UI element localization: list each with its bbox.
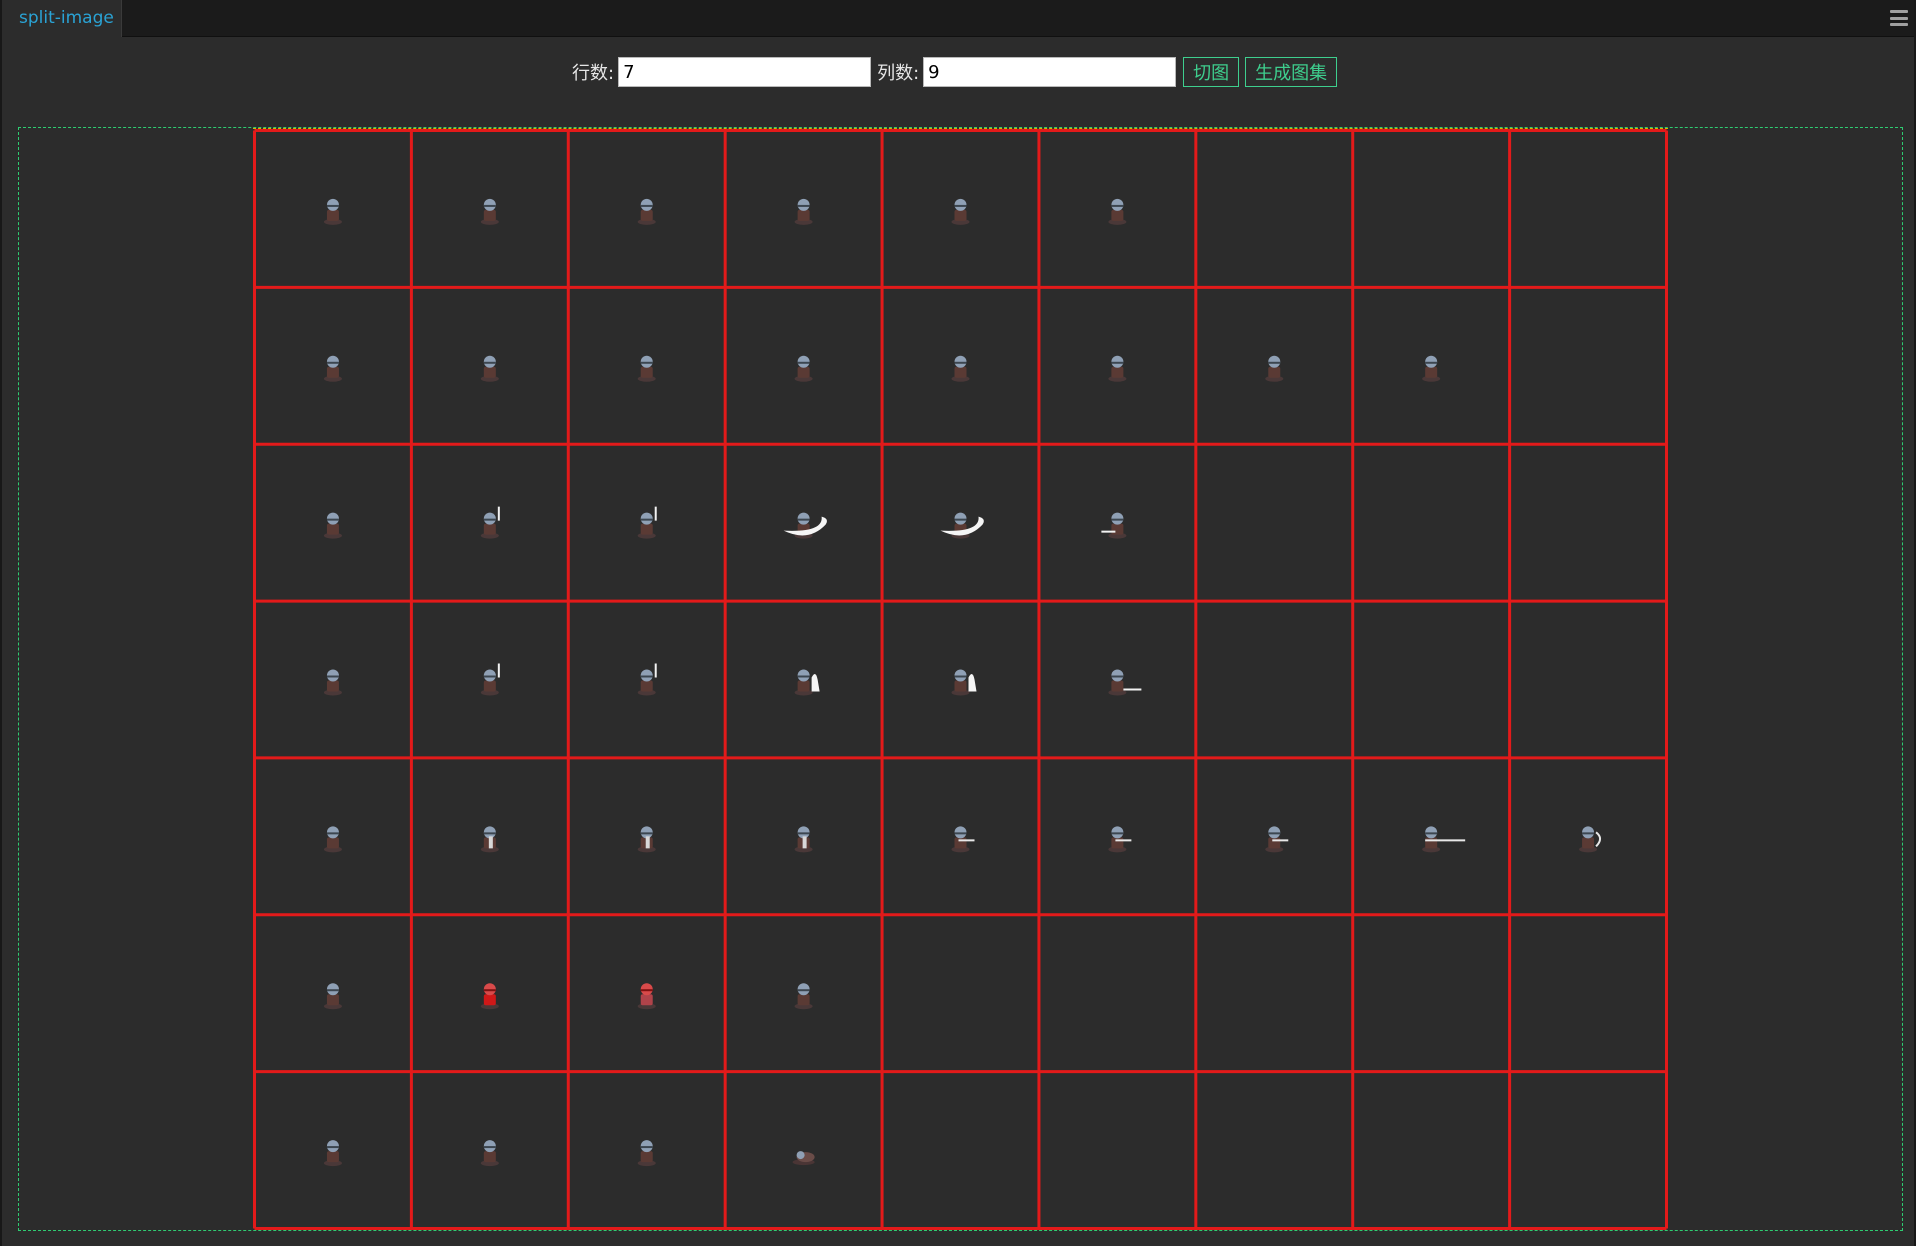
sprite-frame — [480, 1140, 499, 1167]
sprite-frame — [1108, 669, 1142, 696]
menu-icon-bar — [1890, 23, 1908, 26]
sprite-frame — [323, 198, 342, 225]
hamburger-menu-icon[interactable] — [1890, 10, 1908, 26]
menu-icon-bar — [1890, 16, 1908, 20]
sprite-frame — [323, 669, 342, 696]
sprite-frame — [323, 826, 342, 853]
sprite-frame — [1422, 826, 1466, 853]
sprite-frame — [637, 663, 657, 696]
sprite-frame — [1422, 355, 1441, 382]
sprite-frame — [792, 1151, 815, 1166]
sprite-frame — [637, 826, 656, 853]
sprite-sheet — [253, 128, 1668, 1230]
sprite-frame — [783, 512, 827, 539]
cols-label: 列数: — [877, 63, 920, 84]
tab-label: split-image — [19, 8, 114, 28]
sprite-frame — [1265, 355, 1284, 382]
tab-bar: split-image — [2, 0, 1914, 37]
sprite-frame — [637, 983, 656, 1010]
sprite-frame — [1265, 826, 1289, 853]
cols-input[interactable] — [923, 57, 1177, 87]
sprite-frame — [1108, 826, 1132, 853]
sprite-frame — [1579, 826, 1602, 853]
sprite-frame — [1101, 512, 1127, 539]
split-grid — [253, 129, 1668, 1230]
sprite-frame — [951, 355, 970, 382]
sprite-frame — [480, 826, 499, 853]
sprite-frame — [637, 355, 656, 382]
sprite-frame — [323, 512, 342, 539]
rows-input[interactable] — [618, 57, 872, 87]
canvas-area[interactable] — [18, 127, 1903, 1231]
toolbar: 行数: 列数: 切图 生成图集 — [572, 56, 1342, 88]
sprite-frame — [323, 355, 342, 382]
sprite-frame — [794, 669, 820, 696]
sprite-frame — [951, 826, 975, 853]
split-image-panel: split-image 行数: 列数: 切图 生成图集 — [2, 0, 1914, 1246]
sprite-frame — [323, 983, 342, 1010]
sprite-frame — [951, 198, 970, 225]
sprite-frame — [794, 983, 813, 1010]
sprite-frame — [480, 506, 500, 539]
split-button[interactable]: 切图 — [1183, 57, 1240, 87]
sprite-frame — [637, 506, 657, 539]
sprite-frame — [1108, 355, 1127, 382]
sprite-frame — [480, 198, 499, 225]
menu-icon-bar — [1890, 10, 1908, 13]
sprite-frame — [480, 663, 500, 696]
sprite-frame — [480, 355, 499, 382]
sprite-frame — [794, 198, 813, 225]
sprite-frame — [940, 512, 984, 539]
sprite-frame — [794, 355, 813, 382]
sprite-frame — [794, 826, 813, 853]
sprite-frame — [637, 1140, 656, 1167]
tab-split-image[interactable]: split-image — [2, 0, 122, 37]
sprite-frame — [323, 1140, 342, 1167]
sprite-frame — [637, 198, 656, 225]
generate-atlas-button[interactable]: 生成图集 — [1245, 57, 1338, 87]
sprite-frame — [1108, 198, 1127, 225]
sprite-frame — [951, 669, 977, 696]
rows-label: 行数: — [572, 63, 615, 84]
sprite-frame — [480, 983, 499, 1010]
